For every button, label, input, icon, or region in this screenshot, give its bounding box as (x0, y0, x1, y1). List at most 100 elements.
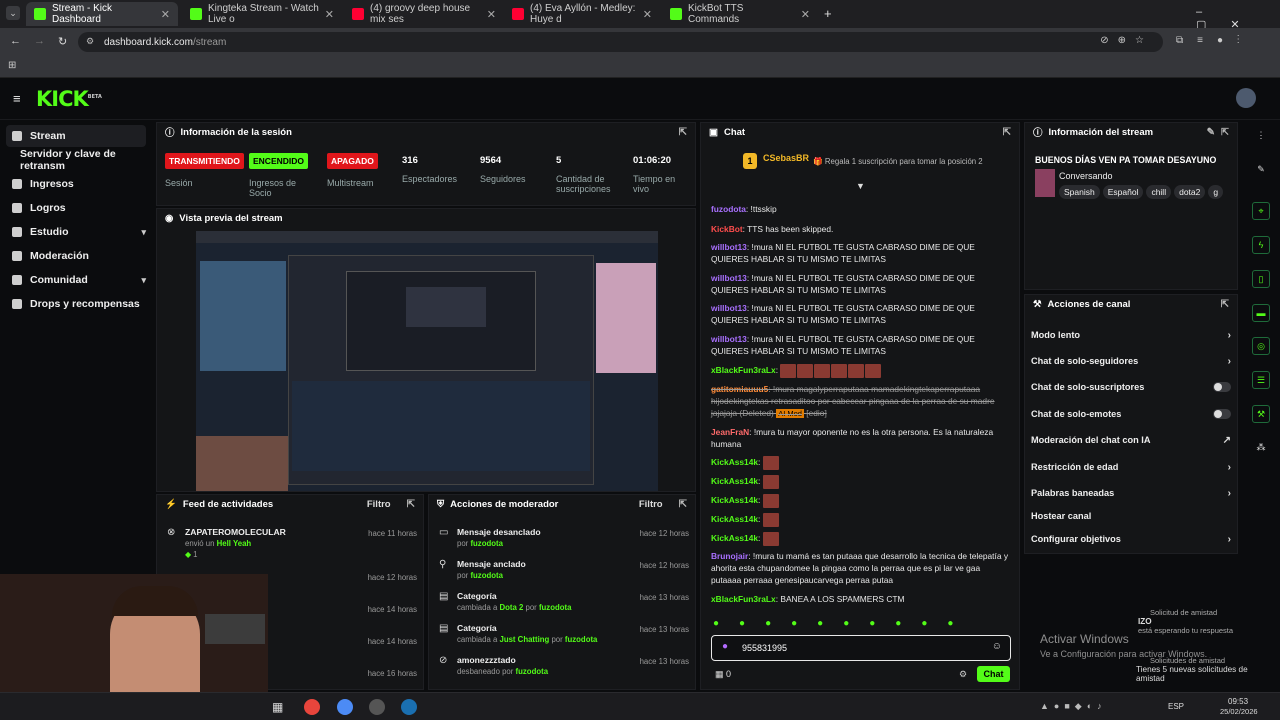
task-view-icon[interactable]: ▦ (272, 700, 283, 714)
tab-search-icon[interactable]: ⌄ (6, 6, 20, 20)
mic-icon[interactable]: ● (722, 641, 728, 652)
action-restriccion-edad[interactable]: Restricción de edad › (1031, 458, 1231, 476)
obs-icon[interactable] (369, 699, 385, 715)
chat-settings-icon[interactable]: ⚙ (959, 669, 967, 680)
broadcast-icon[interactable]: ◎ (1252, 337, 1270, 355)
action-solo-emotes[interactable]: Chat de solo-emotes (1031, 405, 1231, 423)
steam-notification[interactable]: Solicitudes de amistad Tienes 5 nuevas s… (1100, 656, 1275, 683)
clock-date[interactable]: 25/02/2026 (1220, 707, 1258, 716)
system-tray-icons[interactable]: ▲●■◆◐♪ (1040, 701, 1107, 712)
emote (780, 364, 797, 378)
more-icon[interactable]: ⋮ (1252, 126, 1270, 144)
tab-kick-dashboard[interactable]: Stream - Kick Dashboard ✕ (26, 2, 178, 26)
chrome-profile-icon[interactable] (337, 699, 353, 715)
sidebar-item-logros[interactable]: Logros (6, 197, 146, 219)
sidebar-item-server-key[interactable]: Servidor y clave de retransm (14, 148, 154, 172)
stream-category[interactable]: Conversando (1059, 171, 1113, 181)
sidebar-item-comunidad[interactable]: Comunidad ▾ (6, 269, 146, 291)
steam-icon[interactable] (401, 699, 417, 715)
chat-input[interactable]: ● 955831995 ☺ (711, 635, 1011, 661)
toggle-switch[interactable] (1213, 382, 1231, 392)
url-actions-icons[interactable]: ⊘⊕☆ (1100, 35, 1153, 46)
mod-actions-header: ⛨ Acciones de moderador Filtro ⇱ (437, 498, 687, 510)
action-configurar-objetivos[interactable]: Configurar objetivos › (1031, 530, 1231, 548)
menu-icon[interactable]: ≡ (13, 91, 21, 106)
back-icon[interactable]: ← (10, 35, 21, 47)
chat-message: willbot13: !mura NI EL FUTBOL TE GUSTA C… (711, 242, 975, 264)
action-solo-suscriptores[interactable]: Chat de solo-suscriptores (1031, 378, 1231, 396)
popout-icon[interactable]: ⇱ (1221, 127, 1229, 138)
action-moderacion-ia[interactable]: Moderación del chat con IA ↗ (1031, 431, 1231, 449)
new-tab-button[interactable]: + (824, 6, 832, 21)
kick-favicon-icon (670, 8, 682, 20)
stream-preview-video[interactable] (196, 231, 658, 491)
list-icon[interactable]: ☰ (1252, 371, 1270, 389)
feed-filter-button[interactable]: Filtro (367, 499, 391, 510)
leaderboard-rank: 1 (743, 153, 757, 169)
chevron-right-icon: › (1227, 487, 1231, 499)
leaderboard-text: 🎁 Regala 1 suscripción para tomar la pos… (813, 157, 983, 166)
action-modo-lento[interactable]: Modo lento › (1031, 326, 1231, 344)
toggle-switch[interactable] (1213, 409, 1231, 419)
chat-bubble-icon[interactable]: ▬ (1252, 304, 1270, 322)
chat-message: KickAss14k: (711, 475, 1011, 489)
tab-close-icon[interactable]: ✕ (325, 8, 334, 21)
forward-icon[interactable]: → (34, 35, 45, 47)
bolt-icon[interactable]: ϟ (1252, 236, 1270, 254)
points-icon: ▦ (715, 669, 724, 679)
target-icon[interactable]: ⌖ (1252, 202, 1270, 220)
language-indicator[interactable]: ESP (1168, 702, 1184, 711)
tab-close-icon[interactable]: ✕ (643, 8, 652, 21)
kick-logo[interactable]: KICKBETA (36, 87, 102, 111)
chat-send-button[interactable]: Chat (977, 666, 1010, 682)
tab-kickbot[interactable]: KickBot TTS Commands ✕ (662, 2, 818, 26)
url-input[interactable]: ⚙ dashboard.kick.com/stream ⊘⊕☆ (78, 32, 1163, 52)
action-hostear-canal[interactable]: Hostear canal (1031, 507, 1231, 525)
leaderboard-user[interactable]: CSebasBR (763, 153, 809, 163)
session-info-panel: ⓘ Información de la sesión ⇱ TRANSMITIENDO… (156, 122, 696, 206)
mod-filter-button[interactable]: Filtro (639, 499, 663, 510)
emote (762, 456, 779, 470)
edit-icon[interactable]: ✎ (1252, 160, 1270, 178)
sidebar-item-stream[interactable]: Stream (6, 125, 146, 147)
stat-sesion: TRANSMITIENDO Sesión (165, 153, 244, 188)
people-icon (12, 275, 22, 285)
wrench-icon[interactable]: ⚒ (1252, 405, 1270, 423)
edit-icon[interactable]: ✎ (1207, 127, 1215, 138)
sidebar-item-estudio[interactable]: Estudio ▾ (6, 221, 146, 243)
popout-icon[interactable]: ⇱ (679, 499, 687, 510)
sidebar-item-ingresos[interactable]: Ingresos (6, 173, 146, 195)
action-palabras-baneadas[interactable]: Palabras baneadas › (1031, 484, 1231, 502)
channel-points[interactable]: ▦ 0 (715, 669, 731, 680)
clock-time[interactable]: 09:53 (1228, 697, 1248, 706)
chat-message: JeanFraN: !mura tu mayor oponente no es … (711, 427, 994, 449)
chrome-icon[interactable] (304, 699, 320, 715)
tab-kingteka[interactable]: Kingteka Stream - Watch Live o ✕ (182, 2, 342, 26)
emote-quickbar[interactable]: ●●●●●●●●●● (713, 618, 1009, 629)
popout-icon[interactable]: ⇱ (1003, 127, 1011, 138)
user-avatar[interactable] (1236, 88, 1256, 108)
tab-close-icon[interactable]: ✕ (161, 8, 170, 21)
popout-icon[interactable]: ⇱ (1221, 299, 1229, 310)
sidebar-item-drops[interactable]: Drops y recompensas (6, 293, 146, 315)
pin-icon: ⚲ (439, 559, 447, 570)
popout-icon[interactable]: ⇱ (679, 127, 687, 138)
chat-message: KickBot: TTS has been skipped. (711, 224, 834, 234)
reload-icon[interactable]: ↻ (58, 35, 67, 48)
popout-icon[interactable]: ⇱ (407, 499, 415, 510)
category-thumbnail (1035, 169, 1055, 197)
action-solo-seguidores[interactable]: Chat de solo-seguidores › (1031, 352, 1231, 370)
apps-grid-icon[interactable]: ⁂ (1252, 438, 1270, 456)
apps-icon[interactable]: ⊞ (8, 60, 16, 71)
sidebar-item-moderacion[interactable]: Moderación (6, 245, 146, 267)
emoji-icon[interactable]: ☺ (992, 641, 1002, 652)
tab-close-icon[interactable]: ✕ (487, 8, 496, 21)
steam-notification[interactable]: Solicitud de amistad IZO está esperando … (1100, 608, 1275, 635)
windows-activation-watermark: Activar Windows Ve a Configuración para a… (1040, 632, 1208, 659)
site-info-icon[interactable]: ⚙ (86, 36, 94, 47)
tab-eva-ayllon[interactable]: (4) Eva Ayllón - Medley: Huye d ✕ (504, 2, 660, 26)
tab-close-icon[interactable]: ✕ (801, 8, 810, 21)
toolbar-icons[interactable]: ⧉≡●⋮ (1176, 35, 1254, 46)
phone-icon[interactable]: ▯ (1252, 270, 1270, 288)
tab-groovy[interactable]: (4) groovy deep house mix ses ✕ (344, 2, 504, 26)
